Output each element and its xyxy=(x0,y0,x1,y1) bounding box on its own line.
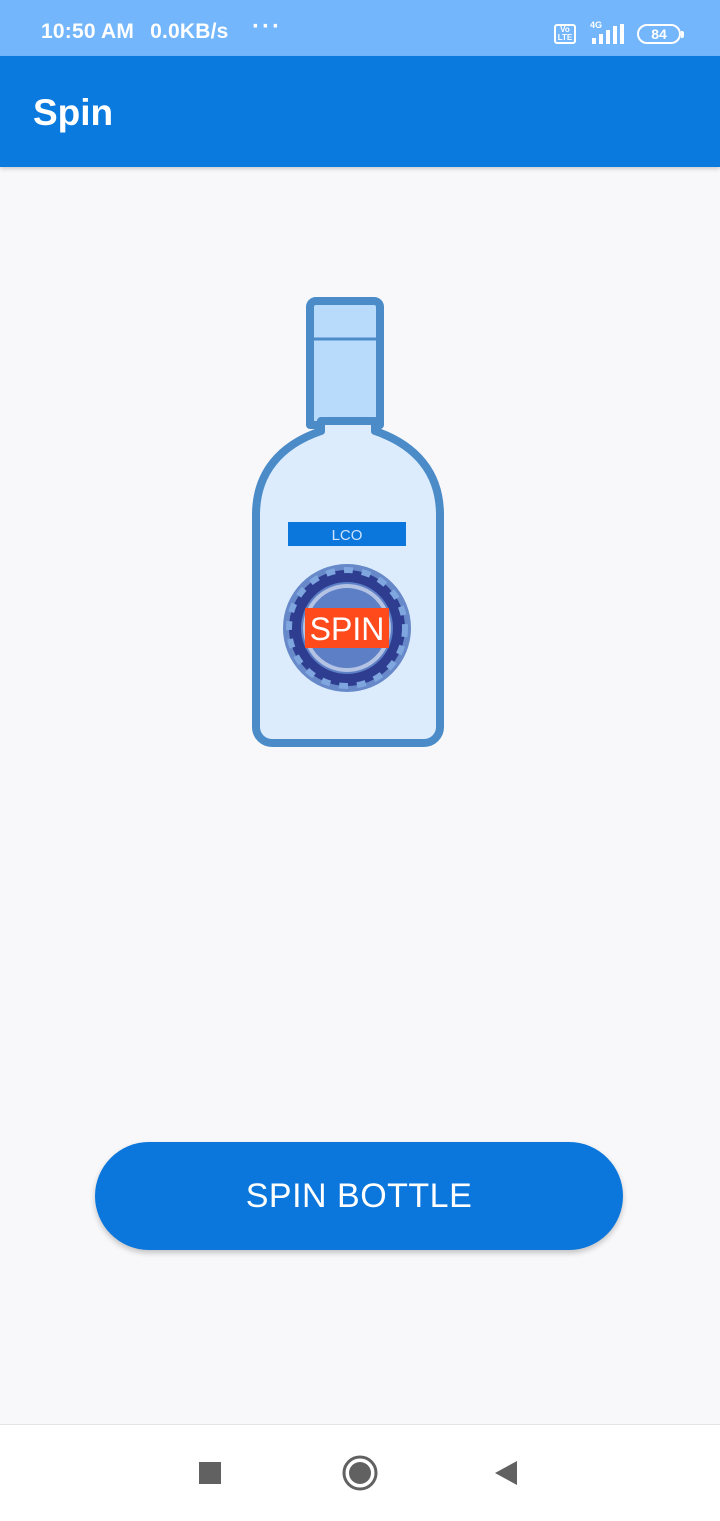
recents-icon xyxy=(199,1462,221,1484)
more-notifications-icon: ··· xyxy=(252,13,282,40)
bottle-label-text: LCO xyxy=(332,527,363,544)
navigation-bar xyxy=(0,1424,720,1521)
home-icon xyxy=(342,1455,378,1491)
volte-icon: Vo LTE xyxy=(554,24,576,44)
status-bar: 10:50 AM 0.0KB/s ··· Vo LTE 4G 84 xyxy=(0,0,720,56)
spin-badge-text: SPIN xyxy=(310,611,385,647)
spin-bottle-button[interactable]: SPIN BOTTLE xyxy=(95,1142,623,1250)
status-time: 10:50 AM xyxy=(41,20,135,43)
status-network-speed: 0.0KB/s xyxy=(150,20,229,43)
bottle-image: LCO SPIN xyxy=(252,297,444,747)
battery-icon: 84 xyxy=(637,24,684,44)
spin-badge: SPIN xyxy=(283,564,411,692)
status-left: 10:50 AM 0.0KB/s xyxy=(41,20,239,44)
back-button[interactable] xyxy=(466,1425,546,1521)
signal-icon xyxy=(592,24,624,44)
back-icon xyxy=(495,1461,517,1485)
home-button[interactable] xyxy=(320,1425,400,1521)
app-bar: Spin xyxy=(0,56,720,167)
recents-button[interactable] xyxy=(170,1425,250,1521)
app-title: Spin xyxy=(33,92,114,133)
